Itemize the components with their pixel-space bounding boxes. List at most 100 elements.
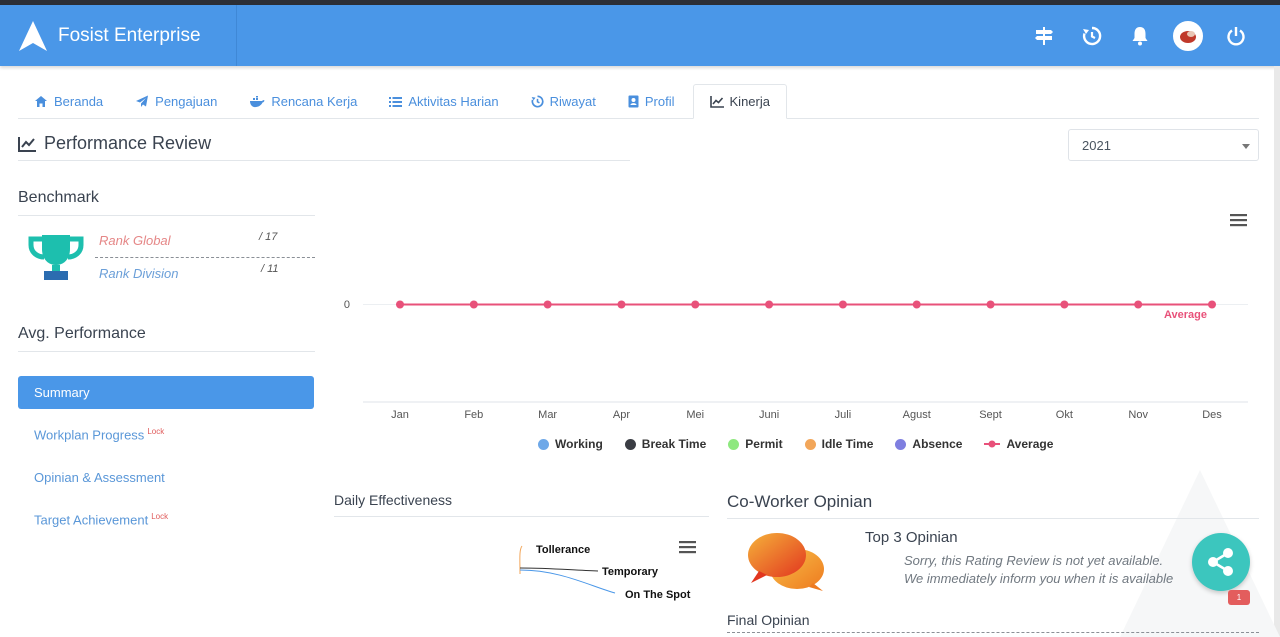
x-tick-label: Nov xyxy=(1128,409,1148,421)
legend-label: Working xyxy=(555,437,603,451)
inform-message: We immediately inform you when it is ava… xyxy=(904,571,1174,586)
year-select[interactable]: 2021 xyxy=(1068,129,1259,161)
page-title: Performance Review xyxy=(18,133,630,161)
data-point[interactable] xyxy=(617,300,626,309)
summary-label: Summary xyxy=(34,385,90,400)
x-tick-label: Sept xyxy=(979,409,1002,421)
tab-rencana-kerja[interactable]: Rencana Kerja xyxy=(233,84,373,119)
opinian-assessment-link[interactable]: Opinian & Assessment xyxy=(34,470,165,485)
x-axis-ticks: Jan Feb Mar Apr Mei Juni Juli Agust Sept Okt Nov De… xyxy=(391,409,1222,421)
unavailable-message: Sorry, this Rating Review is not yet ava… xyxy=(904,553,1164,568)
legend-label: Absence xyxy=(912,437,963,451)
chart-legend: Working Break Time Permit Idle Time Abse… xyxy=(538,437,1053,451)
target-achievement-label: Target Achievement xyxy=(34,512,149,528)
data-point[interactable] xyxy=(912,300,921,309)
legend-label: Idle Time xyxy=(821,437,874,451)
data-point[interactable] xyxy=(1208,300,1216,309)
tab-kinerja[interactable]: Kinerja xyxy=(692,84,787,119)
opinian-assessment-label: Opinian & Assessment xyxy=(34,470,165,485)
tollerance-label: Tollerance xyxy=(536,544,590,556)
daily-chart-menu-icon[interactable] xyxy=(679,540,696,554)
data-point[interactable] xyxy=(986,300,995,309)
home-icon xyxy=(35,96,47,107)
series-end-label: Average xyxy=(1164,309,1207,321)
tab-aktivitas-harian[interactable]: Aktivitas Harian xyxy=(373,84,514,119)
data-point[interactable] xyxy=(691,300,700,309)
legend-label: Average xyxy=(1006,437,1054,451)
coworker-opinian-title: Co-Worker Opinian xyxy=(727,492,1259,519)
divider xyxy=(95,257,315,258)
benchmark-title-text: Benchmark xyxy=(18,189,99,206)
tab-label: Kinerja xyxy=(729,94,770,109)
main-tabs: Beranda Pengajuan Rencana Kerja Aktivita… xyxy=(18,84,1259,119)
logo-icon xyxy=(19,20,47,51)
share-icon xyxy=(1208,548,1233,576)
tab-label: Beranda xyxy=(54,94,104,109)
paper-plane-icon xyxy=(136,95,149,107)
tab-beranda[interactable]: Beranda xyxy=(18,84,119,119)
brand[interactable]: Fosist Enterprise xyxy=(0,5,237,66)
benchmark-title: Benchmark xyxy=(18,189,315,216)
id-card-icon xyxy=(628,95,639,108)
notification-badge: 1 xyxy=(1228,590,1250,605)
app-title: Fosist Enterprise xyxy=(58,24,201,46)
data-point[interactable] xyxy=(1134,300,1143,309)
legend-line-marker xyxy=(984,440,1001,448)
tab-riwayat[interactable]: Riwayat xyxy=(515,84,612,119)
temporary-label: Temporary xyxy=(602,566,659,578)
docker-icon xyxy=(250,95,265,107)
legend-item-break-time[interactable]: Break Time xyxy=(624,437,706,451)
top3-opinian-title: Top 3 Opinian xyxy=(865,529,958,546)
x-tick-label: Des xyxy=(1202,409,1222,421)
user-menu[interactable] xyxy=(1164,16,1212,56)
legend-item-permit[interactable]: Permit xyxy=(728,437,783,451)
share-button[interactable] xyxy=(1192,533,1250,591)
data-point[interactable] xyxy=(543,300,552,309)
power-icon[interactable] xyxy=(1212,16,1260,56)
rank-division-label: Rank Division xyxy=(99,266,179,281)
data-point[interactable] xyxy=(765,300,774,309)
x-tick-label: Mar xyxy=(538,409,557,421)
line-chart-icon xyxy=(709,95,724,108)
history-icon[interactable] xyxy=(1068,16,1116,56)
legend-item-idle-time[interactable]: Idle Time xyxy=(804,437,874,451)
trophy-icon xyxy=(28,235,84,280)
legend-dot xyxy=(538,438,549,450)
data-point[interactable] xyxy=(838,300,847,309)
tab-label: Riwayat xyxy=(549,94,596,109)
performance-chart: 0 Jan Feb Mar Apr Mei Juni Juli Agust Sept Okt Nov… xyxy=(344,299,1248,421)
on-the-spot-label: On The Spot xyxy=(625,589,691,601)
tab-label: Rencana Kerja xyxy=(271,94,358,109)
coworker-opinian-title-text: Co-Worker Opinian xyxy=(727,492,873,511)
page-title-text: Performance Review xyxy=(44,133,212,153)
series-average xyxy=(396,300,1216,309)
legend-item-working[interactable]: Working xyxy=(538,437,603,451)
legend-dot xyxy=(624,438,636,450)
caret-down-icon xyxy=(1242,144,1250,149)
workplan-progress-link[interactable]: Workplan Progress Lock xyxy=(34,427,164,442)
target-achievement-link[interactable]: Target Achievement Lock xyxy=(34,512,168,527)
data-point[interactable] xyxy=(396,300,404,309)
avg-performance-title: Avg. Performance xyxy=(18,325,315,352)
header-actions xyxy=(1020,5,1260,66)
x-tick-label: Apr xyxy=(613,409,630,421)
top-navbar: Fosist Enterprise xyxy=(0,5,1280,66)
legend-item-absence[interactable]: Absence xyxy=(895,437,962,451)
summary-button[interactable]: Summary xyxy=(18,376,314,409)
rank-global-label: Rank Global xyxy=(99,233,171,248)
legend-label: Permit xyxy=(745,437,783,451)
bell-icon[interactable] xyxy=(1116,16,1164,56)
tab-label: Aktivitas Harian xyxy=(408,94,499,109)
tab-pengajuan[interactable]: Pengajuan xyxy=(119,84,233,119)
tab-profil[interactable]: Profil xyxy=(612,84,691,119)
legend-dot xyxy=(895,438,907,450)
x-tick-label: Juni xyxy=(759,409,779,421)
data-point[interactable] xyxy=(469,300,478,309)
data-point[interactable] xyxy=(1060,300,1069,309)
history-icon xyxy=(531,95,544,108)
x-tick-label: Jan xyxy=(391,409,409,421)
signpost-icon[interactable] xyxy=(1020,16,1068,56)
daily-effectiveness-title: Daily Effectiveness xyxy=(334,492,709,517)
x-tick-label: Feb xyxy=(464,409,483,421)
legend-item-average[interactable]: Average xyxy=(984,437,1053,451)
